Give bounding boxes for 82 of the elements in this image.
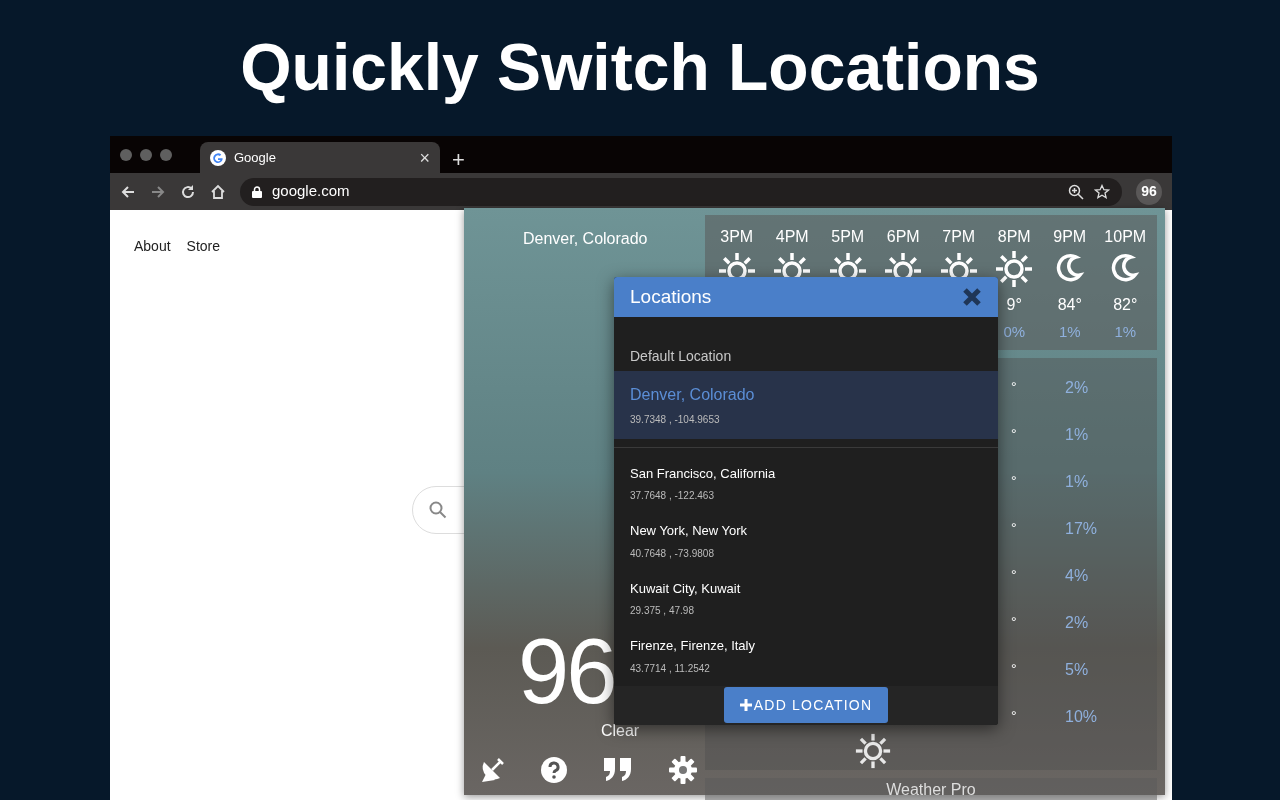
location-item[interactable]: Denver, Colorado 39.7348 , -104.9653 [614,370,998,439]
day-temperature: ° [1011,707,1018,726]
precipitation-chance: 1% [1114,322,1137,342]
location-name: San Francisco, California [630,464,777,483]
condition-text: Clear [599,721,641,741]
hour-label: 8PM [997,227,1031,247]
hour-label: 7PM [942,227,976,247]
new-tab-button[interactable]: + [448,149,469,171]
location-item[interactable]: New York, New York 40.7648 , -73.9808 [614,513,998,571]
home-icon[interactable] [210,183,226,200]
nav-link[interactable]: About [134,236,171,257]
dialog-title: Locations [630,284,712,309]
day-temperature: ° [1011,378,1018,397]
precipitation-chance: 1% [1065,424,1090,445]
location-name: Firenze, Firenze, Italy [630,637,756,655]
add-location-button[interactable]: ADD LOCATION [723,687,889,724]
quote-icon[interactable] [602,756,634,784]
window-control-icon[interactable] [140,148,152,161]
precipitation-chance: 0% [1003,322,1026,342]
g-logo-icon [210,149,226,166]
zoom-icon[interactable] [1068,183,1084,200]
nav-link[interactable]: Store [186,236,221,257]
close-button[interactable] [962,286,982,307]
hour-label: 6PM [886,227,920,247]
day-temperature: ° [1011,519,1018,538]
day-temperature: ° [1011,472,1018,491]
star-icon[interactable] [1094,183,1110,200]
window-control-icon[interactable] [160,148,172,161]
location-name: Kuwait City, Kuwait [630,579,742,598]
location-item[interactable]: Firenze, Firenze, Italy 43.7714 , 11.2542 [614,628,998,686]
day-temperature: ° [1011,660,1018,679]
sun-icon [994,249,1035,289]
hour-temperature: 9° [1006,295,1022,315]
plus-icon [739,699,752,712]
precipitation-chance: 4% [1065,565,1090,586]
hour-label: 4PM [775,227,809,247]
headline: Quickly Switch Locations [239,29,1041,107]
day-temperature: ° [1011,566,1018,585]
back-icon[interactable] [120,183,136,200]
precipitation-chance: 1% [1058,322,1081,342]
day-temperature: ° [1011,613,1018,632]
location-item[interactable]: San Francisco, California 37.7648 , -122.463 [614,455,998,513]
extension-badge[interactable]: 96 [1136,178,1162,205]
browser-tab[interactable]: Google × [200,142,440,173]
location-item[interactable]: Kuwait City, Kuwait 29.375 , 47.98 [614,570,998,628]
hour-temperature: 84° [1057,295,1082,315]
forward-icon[interactable] [150,183,166,200]
location-name: Denver, Colorado [522,229,649,249]
close-tab-button[interactable]: × [419,148,430,167]
settings-icon[interactable] [668,755,698,785]
sun-icon [854,732,892,770]
precipitation-chance: 1% [1065,471,1090,492]
coordinates: 40.7648 , -73.9808 [630,546,715,561]
precipitation-chance: 2% [1065,612,1090,633]
section-label: Default Location [629,346,733,366]
reload-icon[interactable] [180,183,196,200]
location-name: Denver, Colorado [630,384,756,405]
close-icon [962,286,982,307]
hour-label: 5PM [831,227,865,247]
lock-icon [252,185,262,198]
search-icon [429,501,447,519]
hour-label: 3PM [720,227,754,247]
precipitation-chance: 10% [1065,706,1099,727]
help-icon[interactable] [540,756,568,784]
hour-temperature: 82° [1113,295,1138,315]
url-text: google.com [272,181,350,202]
tab-title: Google [234,148,276,167]
address-bar[interactable]: google.com [240,177,1122,206]
precipitation-chance: 17% [1065,518,1099,539]
coordinates: 37.7648 , -122.463 [630,489,715,503]
app-name: Weather Pro [705,778,1157,800]
coordinates: 29.375 , 47.98 [630,604,695,618]
hour-label: 9PM [1053,227,1087,247]
coordinates: 39.7348 , -104.9653 [630,412,721,427]
window-control-icon[interactable] [120,148,132,161]
day-temperature: ° [1011,425,1018,444]
precipitation-chance: 5% [1065,659,1090,680]
current-temperature: 96 [518,625,615,717]
location-name: New York, New York [630,522,749,540]
hour-label: 10PM [1104,227,1147,247]
coordinates: 43.7714 , 11.2542 [630,661,711,676]
precipitation-chance: 2% [1065,377,1090,398]
